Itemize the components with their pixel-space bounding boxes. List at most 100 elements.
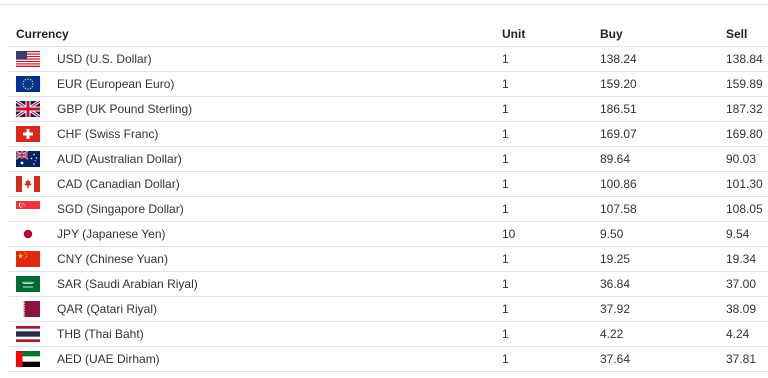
unit-cell: 1: [502, 296, 600, 322]
currency-cell-content: SAR (Saudi Arabian Riyal): [8, 276, 502, 292]
buy-rate-cell: 19.25: [600, 246, 726, 272]
sell-rate-cell: 19.34: [726, 246, 768, 272]
table-row: AUD (Australian Dollar) 1 89.64 90.03: [8, 146, 768, 172]
unit-cell: 1: [502, 71, 600, 97]
sell-rate-cell: 4.24: [726, 321, 768, 347]
unit-cell: 1: [502, 346, 600, 372]
au-flag-icon: [16, 151, 40, 167]
currency-name: EUR (European Euro): [57, 77, 175, 91]
buy-rate-cell: 9.50: [600, 221, 726, 247]
sa-flag-icon: [16, 276, 40, 292]
buy-rate-cell: 4.22: [600, 321, 726, 347]
currency-name: AED (UAE Dirham): [57, 352, 160, 366]
currency-cell: USD (U.S. Dollar): [8, 46, 502, 72]
currency-cell-content: USD (U.S. Dollar): [8, 51, 502, 67]
currency-cell-content: AUD (Australian Dollar): [8, 151, 502, 167]
currency-name: CAD (Canadian Dollar): [57, 177, 180, 191]
sell-rate-cell: 169.80: [726, 121, 768, 147]
buy-rate-cell: 107.58: [600, 196, 726, 222]
table-row: JPY (Japanese Yen) 10 9.50 9.54: [8, 221, 768, 247]
currency-name: JPY (Japanese Yen): [57, 227, 166, 241]
currency-cell: EUR (European Euro): [8, 71, 502, 97]
table-row: GBP (UK Pound Sterling) 1 186.51 187.32: [8, 96, 768, 122]
unit-cell: 1: [502, 246, 600, 272]
currency-column-header: Currency: [8, 22, 502, 47]
unit-column-header: Unit: [502, 22, 600, 47]
currency-name: SGD (Singapore Dollar): [57, 202, 184, 216]
table-row: CHF (Swiss Franc) 1 169.07 169.80: [8, 121, 768, 147]
table-row: SAR (Saudi Arabian Riyal) 1 36.84 37.00: [8, 271, 768, 297]
currency-cell: GBP (UK Pound Sterling): [8, 96, 502, 122]
table-body: USD (U.S. Dollar) 1 138.24 138.84 EUR (Europ…: [8, 46, 768, 372]
buy-rate-cell: 159.20: [600, 71, 726, 97]
sell-rate-cell: 101.30: [726, 171, 768, 197]
ae-flag-icon: [16, 351, 40, 367]
sell-rate-cell: 159.89: [726, 71, 768, 97]
table-row: CNY (Chinese Yuan) 1 19.25 19.34: [8, 246, 768, 272]
buy-rate-cell: 186.51: [600, 96, 726, 122]
sell-rate-cell: 38.09: [726, 296, 768, 322]
currency-cell: SAR (Saudi Arabian Riyal): [8, 271, 502, 297]
sell-rate-cell: 138.84: [726, 46, 768, 72]
currency-name: GBP (UK Pound Sterling): [57, 102, 193, 116]
table-row: EUR (European Euro) 1 159.20 159.89: [8, 71, 768, 97]
unit-cell: 10: [502, 221, 600, 247]
table-row: SGD (Singapore Dollar) 1 107.58 108.05: [8, 196, 768, 222]
sell-rate-cell: 37.81: [726, 346, 768, 372]
exchange-rate-table: Currency Unit Buy Sell USD (U.S. Dollar)…: [8, 22, 768, 372]
buy-rate-cell: 37.64: [600, 346, 726, 372]
sell-rate-cell: 187.32: [726, 96, 768, 122]
us-flag-icon: [16, 51, 40, 67]
sell-column-header: Sell: [726, 22, 768, 47]
th-flag-icon: [16, 326, 40, 342]
unit-cell: 1: [502, 271, 600, 297]
ch-flag-icon: [16, 126, 40, 142]
unit-cell: 1: [502, 121, 600, 147]
eu-flag-icon: [16, 76, 40, 92]
table-header-row: Currency Unit Buy Sell: [8, 22, 768, 47]
sell-rate-cell: 108.05: [726, 196, 768, 222]
currency-cell-content: CAD (Canadian Dollar): [8, 176, 502, 192]
currency-cell: AED (UAE Dirham): [8, 346, 502, 372]
buy-rate-cell: 37.92: [600, 296, 726, 322]
unit-cell: 1: [502, 146, 600, 172]
currency-cell: THB (Thai Baht): [8, 321, 502, 347]
currency-name: AUD (Australian Dollar): [57, 152, 182, 166]
ca-flag-icon: [16, 176, 40, 192]
unit-cell: 1: [502, 96, 600, 122]
unit-cell: 1: [502, 196, 600, 222]
buy-rate-cell: 138.24: [600, 46, 726, 72]
currency-cell-content: CHF (Swiss Franc): [8, 126, 502, 142]
currency-cell-content: CNY (Chinese Yuan): [8, 251, 502, 267]
currency-cell-content: JPY (Japanese Yen): [8, 226, 502, 242]
unit-cell: 1: [502, 321, 600, 347]
currency-name: SAR (Saudi Arabian Riyal): [57, 277, 198, 291]
currency-cell: CAD (Canadian Dollar): [8, 171, 502, 197]
currency-name: THB (Thai Baht): [57, 327, 144, 341]
currency-cell: SGD (Singapore Dollar): [8, 196, 502, 222]
currency-cell: CHF (Swiss Franc): [8, 121, 502, 147]
currency-name: USD (U.S. Dollar): [57, 52, 152, 66]
table-row: AED (UAE Dirham) 1 37.64 37.81: [8, 346, 768, 372]
jp-flag-icon: [16, 226, 40, 242]
sg-flag-icon: [16, 201, 40, 217]
sell-rate-cell: 37.00: [726, 271, 768, 297]
currency-cell: AUD (Australian Dollar): [8, 146, 502, 172]
qa-flag-icon: [16, 301, 40, 317]
buy-rate-cell: 89.64: [600, 146, 726, 172]
unit-cell: 1: [502, 171, 600, 197]
table-row: QAR (Qatari Riyal) 1 37.92 38.09: [8, 296, 768, 322]
currency-cell-content: AED (UAE Dirham): [8, 351, 502, 367]
currency-name: CHF (Swiss Franc): [57, 127, 159, 141]
currency-cell-content: QAR (Qatari Riyal): [8, 301, 502, 317]
top-divider: [0, 4, 768, 5]
currency-cell: CNY (Chinese Yuan): [8, 246, 502, 272]
currency-cell-content: SGD (Singapore Dollar): [8, 201, 502, 217]
buy-rate-cell: 36.84: [600, 271, 726, 297]
sell-rate-cell: 90.03: [726, 146, 768, 172]
unit-cell: 1: [502, 46, 600, 72]
buy-column-header: Buy: [600, 22, 726, 47]
table-row: CAD (Canadian Dollar) 1 100.86 101.30: [8, 171, 768, 197]
currency-cell-content: THB (Thai Baht): [8, 326, 502, 342]
table-row: USD (U.S. Dollar) 1 138.24 138.84: [8, 46, 768, 72]
